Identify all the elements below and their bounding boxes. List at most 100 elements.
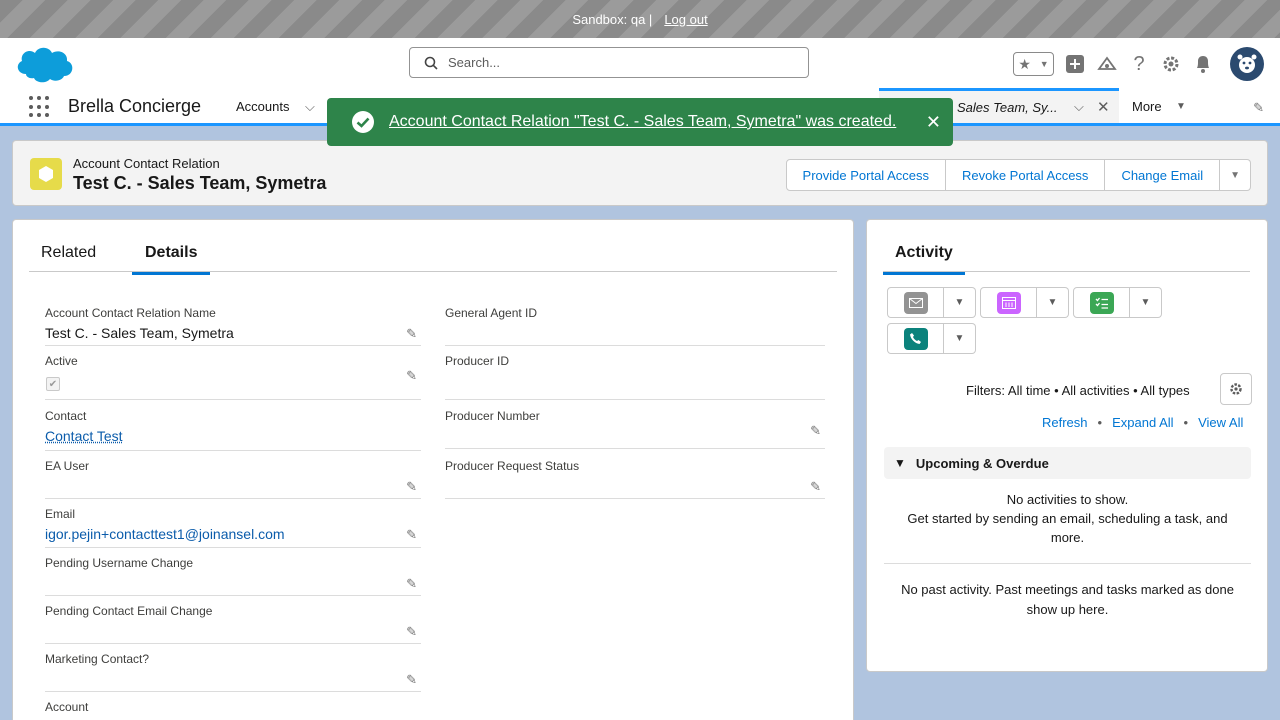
- email-action: ▼: [887, 287, 976, 318]
- pencil-icon[interactable]: ✎: [406, 479, 417, 495]
- app-name: Brella Concierge: [68, 96, 202, 116]
- user-avatar[interactable]: [1230, 47, 1264, 81]
- call-action: ▼: [887, 323, 976, 354]
- activity-panel: Activity ▼ ▼ ▼ ▼ Filters: All time • All…: [866, 219, 1268, 672]
- field-contact: Contact Contact Test: [45, 401, 421, 451]
- star-icon: ★: [1018, 55, 1031, 72]
- field-label: Producer ID: [445, 354, 510, 368]
- field-account: Account ✎: [45, 692, 421, 720]
- gear-icon[interactable]: [1160, 53, 1182, 75]
- global-header: ★ ▼ ?: [0, 38, 1280, 88]
- field-label: Producer Number: [445, 409, 540, 423]
- expand-all-link[interactable]: Expand All: [1112, 415, 1173, 430]
- pencil-icon[interactable]: ✎: [406, 368, 417, 384]
- field-marketing-contact: Marketing Contact? ✎: [45, 644, 421, 692]
- contact-link[interactable]: Contact Test: [45, 428, 123, 444]
- pencil-icon[interactable]: ✎: [810, 479, 821, 495]
- field-general-agent-id: General Agent ID: [445, 298, 825, 346]
- chevron-down-icon: ▼: [1140, 297, 1151, 308]
- separator-dot: •: [1183, 415, 1189, 430]
- field-pending-username-change: Pending Username Change ✎: [45, 548, 421, 596]
- chevron-down-icon: ▼: [1230, 169, 1240, 181]
- field-producer-request-status: Producer Request Status ✎: [445, 451, 825, 499]
- success-check-icon: [352, 111, 374, 133]
- logout-link[interactable]: Log out: [664, 12, 707, 27]
- search-input[interactable]: [448, 55, 788, 70]
- new-event-button[interactable]: [980, 287, 1037, 318]
- sandbox-label: Sandbox: qa |: [572, 11, 653, 27]
- record-type-label: Account Contact Relation: [73, 156, 220, 171]
- trailhead-icon[interactable]: [1096, 53, 1118, 75]
- no-activities-text: No activities to show.: [1006, 492, 1129, 507]
- field-label: Pending Username Change: [45, 556, 194, 570]
- view-all-link[interactable]: View All: [1198, 415, 1243, 430]
- tab-activity[interactable]: Activity: [883, 244, 965, 275]
- separator-dot: •: [1097, 415, 1103, 430]
- more-actions-button[interactable]: ▼: [1220, 159, 1251, 191]
- pencil-icon[interactable]: ✎: [406, 576, 417, 592]
- refresh-link[interactable]: Refresh: [1042, 415, 1088, 430]
- toast-message[interactable]: Account Contact Relation "Test C. - Sale…: [389, 113, 896, 131]
- field-producer-number: Producer Number ✎: [445, 401, 825, 449]
- chevron-down-icon[interactable]: ▼: [1176, 101, 1186, 112]
- field-label: Marketing Contact?: [45, 652, 150, 666]
- upcoming-overdue-section-header[interactable]: ▼ Upcoming & Overdue: [884, 447, 1251, 479]
- no-activities-message: No activities to show. Get started by se…: [884, 490, 1251, 547]
- field-account-contact-relation-name: Account Contact Relation Name Test C. - …: [45, 298, 421, 346]
- new-task-button[interactable]: [1073, 287, 1130, 318]
- tab-details[interactable]: Details: [132, 244, 211, 275]
- pencil-icon[interactable]: ✎: [406, 527, 417, 543]
- task-action: ▼: [1073, 287, 1162, 318]
- event-action-dropdown[interactable]: ▼: [1037, 287, 1069, 318]
- activity-filters-text: Filters: All time • All activities • All…: [966, 383, 1190, 398]
- nav-item-accounts[interactable]: Accounts: [236, 99, 289, 114]
- nav-tab-record-label: Sales Team, Sy...: [957, 100, 1058, 115]
- field-active: Active ✔ ✎: [45, 346, 421, 400]
- nav-item-more[interactable]: More: [1132, 99, 1162, 114]
- app-launcher-icon[interactable]: [29, 96, 51, 118]
- no-past-activity-text: No past activity. Past meetings and task…: [901, 582, 1234, 617]
- pencil-icon[interactable]: ✎: [810, 423, 821, 439]
- chevron-down-icon: ▼: [1039, 59, 1049, 69]
- revoke-portal-access-button[interactable]: Revoke Portal Access: [945, 159, 1106, 191]
- favorites-button[interactable]: ★ ▼: [1013, 52, 1054, 76]
- filter-settings-button[interactable]: [1220, 373, 1252, 405]
- chevron-down-icon: ▼: [954, 333, 965, 344]
- log-call-button[interactable]: [887, 323, 944, 354]
- task-list-icon: [1089, 291, 1114, 314]
- activity-links: Refresh • Expand All • View All: [1042, 415, 1243, 430]
- call-action-dropdown[interactable]: ▼: [944, 323, 976, 354]
- change-email-button[interactable]: Change Email: [1105, 159, 1221, 191]
- pencil-icon[interactable]: ✎: [406, 326, 417, 342]
- chevron-down-icon[interactable]: ⌵: [1074, 99, 1084, 115]
- field-label: Pending Contact Email Change: [45, 604, 213, 618]
- phone-icon: [903, 327, 928, 350]
- pencil-icon[interactable]: ✎: [406, 672, 417, 688]
- field-label: Active: [45, 354, 78, 368]
- help-icon[interactable]: ?: [1128, 53, 1150, 75]
- field-producer-id: Producer ID: [445, 346, 825, 400]
- field-label: Email: [45, 507, 76, 521]
- email-link[interactable]: igor.pejin+contacttest1@joinansel.com: [45, 526, 285, 542]
- global-actions-icon[interactable]: [1064, 53, 1086, 75]
- notifications-bell-icon[interactable]: [1192, 53, 1214, 75]
- field-value: Test C. - Sales Team, Symetra: [45, 325, 234, 341]
- chevron-down-icon[interactable]: ⌵: [305, 99, 315, 115]
- tab-related[interactable]: Related: [41, 244, 96, 272]
- task-action-dropdown[interactable]: ▼: [1130, 287, 1162, 318]
- record-actions: Provide Portal Access Revoke Portal Acce…: [785, 159, 1251, 191]
- field-ea-user: EA User ✎: [45, 451, 421, 499]
- details-panel: Related Details Account Contact Relation…: [12, 219, 854, 720]
- search-icon: [424, 56, 438, 70]
- salesforce-logo[interactable]: [14, 44, 76, 84]
- close-icon[interactable]: ✕: [1097, 98, 1110, 116]
- email-action-dropdown[interactable]: ▼: [944, 287, 976, 318]
- global-search[interactable]: [409, 47, 809, 78]
- provide-portal-access-button[interactable]: Provide Portal Access: [785, 159, 946, 191]
- new-email-button[interactable]: [887, 287, 944, 318]
- pencil-icon[interactable]: ✎: [1253, 100, 1264, 116]
- close-icon[interactable]: ✕: [926, 112, 941, 133]
- field-label: Producer Request Status: [445, 459, 580, 473]
- pencil-icon[interactable]: ✎: [406, 624, 417, 640]
- record-header: Account Contact Relation Test C. - Sales…: [12, 140, 1268, 206]
